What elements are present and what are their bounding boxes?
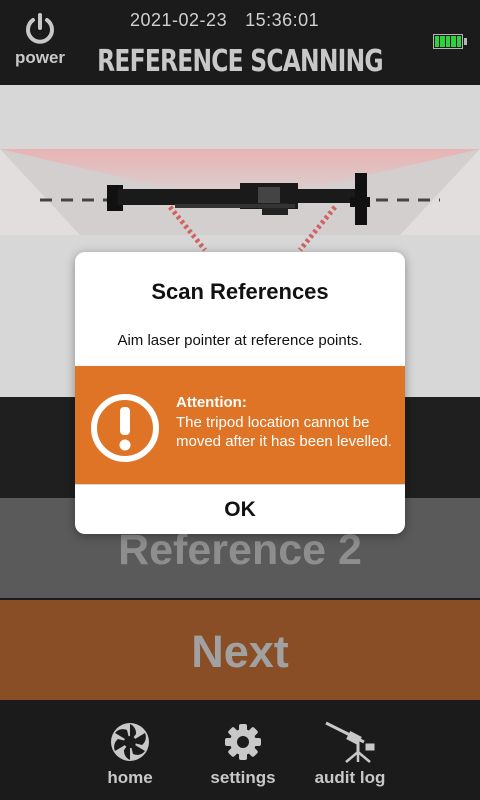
bottom-nav: home settings audit log: [0, 700, 480, 800]
nav-settings[interactable]: settings: [193, 720, 293, 788]
dialog-title: Scan References: [151, 279, 329, 304]
gear-icon: [225, 724, 261, 760]
page-title: REFERENCE SCANNING: [97, 44, 383, 79]
nav-audit-log-label: audit log: [314, 768, 386, 787]
next-label: Next: [191, 626, 289, 677]
laser-tripod-icon: [325, 721, 375, 763]
nav-settings-label: settings: [210, 768, 276, 787]
battery-icon: [433, 34, 463, 49]
datetime: 2021-02-23 15:36:01: [130, 10, 319, 31]
power-icon: [26, 13, 54, 44]
aperture-icon: [111, 723, 149, 761]
attention-body: The tripod location cannot be moved afte…: [176, 414, 392, 450]
dialog-box: Scan References Aim laser pointer at ref…: [75, 252, 405, 534]
battery-tip: [464, 38, 467, 45]
time-text: 15:36:01: [245, 10, 320, 30]
exclamation-circle-icon: [91, 394, 159, 462]
attention-title: Attention:: [176, 394, 247, 411]
ok-button[interactable]: OK: [75, 484, 405, 534]
date-text: 2021-02-23: [130, 10, 228, 30]
dialog-message: Aim laser pointer at reference points.: [117, 332, 363, 349]
nav-home[interactable]: home: [80, 720, 180, 788]
scan-references-dialog: Scan References Aim laser pointer at ref…: [75, 252, 405, 534]
header-bar: power 2021-02-23 15:36:01 REFERENCE SCANN…: [0, 0, 480, 85]
attention-banner: Attention: The tripod location cannot be…: [75, 366, 405, 484]
nav-home-label: home: [107, 768, 153, 787]
nav-audit-log[interactable]: audit log: [300, 720, 400, 788]
next-button[interactable]: Next: [0, 600, 480, 700]
